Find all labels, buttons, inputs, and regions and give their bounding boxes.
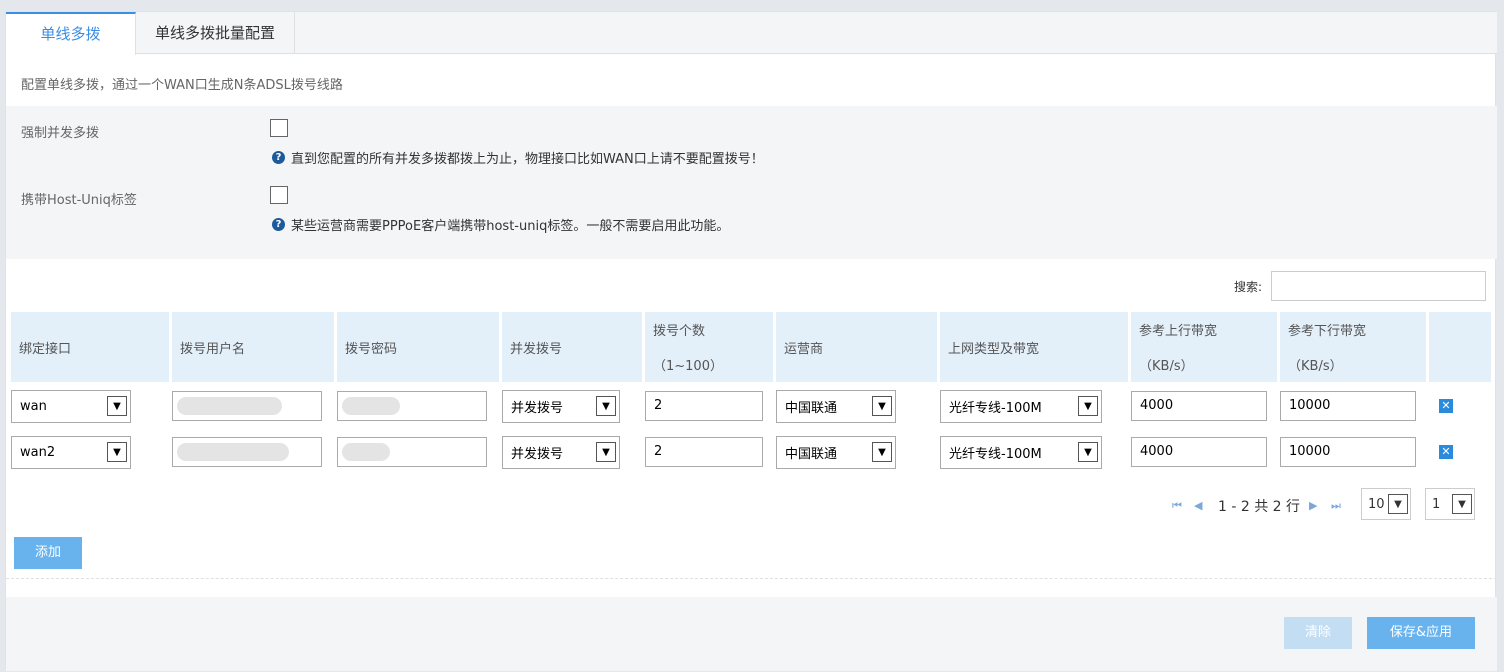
first-page-icon[interactable]: ⏮ [1172, 499, 1182, 513]
chevron-down-icon: ▼ [1078, 442, 1098, 462]
table-header-row: 绑定接口 拨号用户名 拨号密码 并发拨号 拨号个数 （1~100） 运营商 上网类… [11, 312, 1491, 382]
password-input[interactable] [337, 391, 487, 421]
option-row-host-uniq: 携带Host-Uniq标签 ? 某些运营商需要PPPoE客户端携带host-un… [6, 173, 1497, 259]
prev-page-icon[interactable]: ◀ [1194, 499, 1202, 512]
search-input[interactable] [1271, 271, 1486, 301]
dial-count-input[interactable]: 2 [645, 437, 763, 467]
table-row: wan ▼ 并发拨号 ▼ 2 中国联通 ▼ 光纤专线-100M ▼ 4000 10000… [11, 384, 1491, 428]
page-number-select[interactable]: 1 ▼ [1425, 488, 1475, 520]
column-header: 运营商 [776, 312, 937, 382]
page-size-select[interactable]: 10 ▼ [1361, 488, 1411, 520]
help-icon: ? [272, 218, 285, 231]
option-hint: ? 某些运营商需要PPPoE客户端携带host-uniq标签。一般不需要启用此功… [272, 215, 729, 234]
help-icon: ? [272, 151, 285, 164]
pagination-summary: 1 - 2 共 2 行 [1218, 499, 1301, 515]
save-apply-button[interactable]: 保存&应用 [1367, 617, 1475, 649]
tab-batch-config[interactable]: 单线多拨批量配置 [136, 12, 295, 54]
chevron-down-icon: ▼ [1078, 396, 1098, 416]
interface-select[interactable]: wan2 ▼ [11, 435, 131, 469]
force-concurrent-checkbox[interactable] [270, 119, 288, 137]
concurrent-mode-select[interactable]: 并发拨号 ▼ [502, 389, 620, 423]
delete-row-icon[interactable]: ✕ [1439, 445, 1453, 459]
chevron-down-icon: ▼ [1388, 494, 1408, 514]
chevron-down-icon: ▼ [596, 442, 616, 462]
search-label: 搜索: [1234, 280, 1263, 294]
option-hint-text: 直到您配置的所有并发多拨都拨上为止，物理接口比如WAN口上请不要配置拨号！ [291, 152, 764, 167]
add-button[interactable]: 添加 [14, 537, 82, 569]
isp-select[interactable]: 中国联通 ▼ [776, 389, 896, 423]
chevron-down-icon: ▼ [872, 396, 892, 416]
next-page-icon[interactable]: ▶ [1309, 499, 1317, 512]
option-hint-text: 某些运营商需要PPPoE客户端携带host-uniq标签。一般不需要启用此功能。 [291, 219, 730, 234]
chevron-down-icon: ▼ [872, 442, 892, 462]
column-header: 参考上行带宽 （KB/s） [1131, 312, 1277, 382]
concurrent-mode-select[interactable]: 并发拨号 ▼ [502, 435, 620, 469]
line-type-select[interactable]: 光纤专线-100M ▼ [940, 435, 1102, 469]
chevron-down-icon: ▼ [107, 442, 127, 462]
delete-row-icon[interactable]: ✕ [1439, 399, 1453, 413]
downstream-bandwidth-input[interactable]: 10000 [1280, 391, 1416, 421]
isp-select[interactable]: 中国联通 ▼ [776, 435, 896, 469]
downstream-bandwidth-input[interactable]: 10000 [1280, 437, 1416, 467]
chevron-down-icon: ▼ [1452, 494, 1472, 514]
line-type-select[interactable]: 光纤专线-100M ▼ [940, 389, 1102, 423]
host-uniq-checkbox[interactable] [270, 186, 288, 204]
clear-button[interactable]: 清除 [1284, 617, 1352, 649]
config-panel: 单线多拨 单线多拨批量配置 配置单线多拨，通过一个WAN口生成N条ADSL拨号线… [5, 11, 1497, 671]
footer-bar: 清除 保存&应用 [6, 597, 1497, 671]
option-label: 携带Host-Uniq标签 [21, 193, 137, 208]
table-row: wan2 ▼ 并发拨号 ▼ 2 中国联通 ▼ 光纤专线-100M ▼ 4000 1000… [11, 430, 1491, 474]
chevron-down-icon: ▼ [596, 396, 616, 416]
interface-select[interactable]: wan ▼ [11, 389, 131, 423]
column-header: 参考下行带宽 （KB/s） [1280, 312, 1426, 382]
password-input[interactable] [337, 437, 487, 467]
option-label: 强制并发多拨 [21, 126, 100, 141]
column-header: 拨号个数 （1~100） [645, 312, 773, 382]
upstream-bandwidth-input[interactable]: 4000 [1131, 437, 1267, 467]
username-input[interactable] [172, 437, 322, 467]
upstream-bandwidth-input[interactable]: 4000 [1131, 391, 1267, 421]
dial-table: 绑定接口 拨号用户名 拨号密码 并发拨号 拨号个数 （1~100） 运营商 上网类… [8, 310, 1494, 476]
column-header: 并发拨号 [502, 312, 642, 382]
last-page-icon[interactable]: ⏭ [1331, 499, 1341, 513]
chevron-down-icon: ▼ [107, 396, 127, 416]
column-header: 绑定接口 [11, 312, 169, 382]
page-description: 配置单线多拨，通过一个WAN口生成N条ADSL拨号线路 [21, 78, 343, 93]
option-row-force-concurrent: 强制并发多拨 ? 直到您配置的所有并发多拨都拨上为止，物理接口比如WAN口上请不… [6, 106, 1497, 173]
username-input[interactable] [172, 391, 322, 421]
tab-single-line-multi-dial[interactable]: 单线多拨 [6, 12, 136, 55]
column-header: 拨号用户名 [172, 312, 334, 382]
dial-count-input[interactable]: 2 [645, 391, 763, 421]
section-divider [6, 578, 1497, 579]
tab-bar: 单线多拨 单线多拨批量配置 [6, 12, 1497, 55]
option-hint: ? 直到您配置的所有并发多拨都拨上为止，物理接口比如WAN口上请不要配置拨号！ [272, 148, 764, 167]
column-header-actions [1429, 312, 1491, 382]
column-header: 上网类型及带宽 [940, 312, 1128, 382]
column-header: 拨号密码 [337, 312, 499, 382]
